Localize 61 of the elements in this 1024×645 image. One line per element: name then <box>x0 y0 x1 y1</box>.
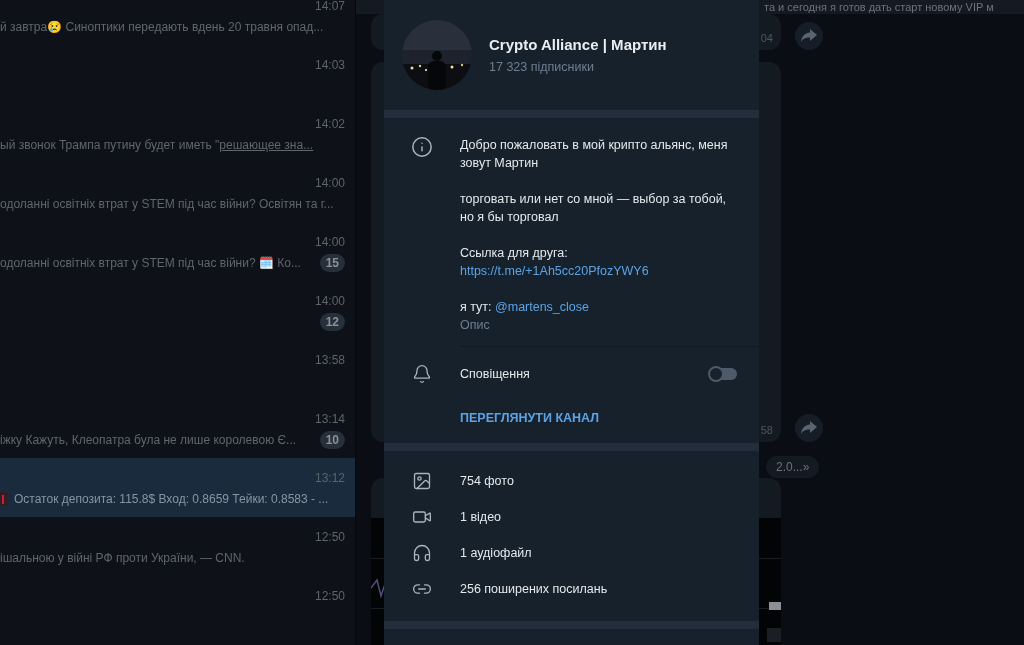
chat-list-item[interactable]: 12:50 ішальною у війні РФ проти України, — CNN. <box>0 517 355 576</box>
unread-count: 10 <box>319 431 345 449</box>
message-preview: іжку Кажуть, Клеопатра була не лише королевою Є... <box>0 433 298 447</box>
chat-list-item[interactable]: 13:14 іжку Кажуть, Клеопатра була не лише королевою Є... 10 <box>0 399 355 458</box>
share-icon <box>801 421 817 435</box>
description-link[interactable]: @martens_close <box>495 300 589 314</box>
media-count[interactable]: 256 поширених посилань <box>460 582 759 596</box>
service-message: 2.0...» <box>766 456 820 478</box>
forward-button[interactable] <box>795 414 823 442</box>
share-icon <box>801 29 817 43</box>
description-text: торговать или нет со мной — выбор за тобой, но я бы торговал <box>460 191 728 226</box>
message-preview: одоланні освітніх втрат у STEM під час війни? Освітян та г... <box>0 197 335 211</box>
message-time: 13:14 <box>314 411 345 428</box>
chat-list-item[interactable]: 13:58 <box>0 340 355 399</box>
message-time: 14:02 <box>314 116 345 133</box>
message-time: 04 <box>760 32 773 44</box>
view-channel-button[interactable]: ПЕРЕГЛЯНУТИ КАНАЛ <box>460 407 600 429</box>
chat-list-item[interactable]: 14:00 одоланні освітніх втрат у STEM під час війни? Освітян та г... <box>0 163 355 222</box>
message-time: 14:00 <box>314 175 345 192</box>
chat-list-item[interactable]: 14:00 12 <box>0 281 355 340</box>
notifications-label: Сповіщення <box>460 367 531 381</box>
message-time: 12:50 <box>314 529 345 546</box>
pinned-message-text: та и сегодня я готов дать старт новому VIP м <box>764 1 994 14</box>
message-time: 12:50 <box>314 588 345 605</box>
description-text: Ссылка для друга: https://t.me/+1Ah5cc20PfozYWY6 <box>460 245 650 280</box>
message-time: 58 <box>760 424 773 436</box>
chat-list-item[interactable]: 12:50 <box>0 576 355 635</box>
chat-list-item[interactable]: 14:00 одоланні освітніх втрат у STEM під час війни? 🗓 Ко... 15 <box>0 222 355 281</box>
message-time: 13:12 <box>314 470 345 487</box>
description-text: Добро пожаловать в мой крипто альянс, меня зовут Мартин <box>460 137 729 172</box>
subscriber-count: 17 323 підписники <box>489 60 595 74</box>
message-preview: ый звонок Трампа путину будет иметь "решающее зна... <box>0 138 315 152</box>
chat-list-item[interactable]: 13:12 Остаток депозита: 115.8$ Вход: 0.8659 Тейки: 0.8583 - ... <box>0 458 355 517</box>
message-preview: ішальною у війні РФ проти України, — CNN. <box>0 551 246 565</box>
image-icon <box>412 471 432 491</box>
message-preview: одоланні освітніх втрат у STEM під час війни? 🗓 Ко... <box>0 256 302 270</box>
chat-list-item[interactable]: 14:03 <box>0 45 355 104</box>
media-count[interactable]: 1 аудіофайл <box>460 546 759 560</box>
message-preview: Остаток депозита: 115.8$ Вход: 0.8659 Тейки: 0.8583 - ... <box>14 492 330 506</box>
notifications-toggle[interactable] <box>709 368 737 380</box>
media-count[interactable]: 1 відео <box>460 510 759 524</box>
description-label: Опис <box>460 318 491 332</box>
message-time: 14:03 <box>314 57 345 74</box>
media-count[interactable]: 754 фото <box>460 474 759 488</box>
headphones-icon <box>412 543 432 563</box>
unread-count: 15 <box>319 254 345 272</box>
chat-list-item[interactable]: 14:07 й завтра😢 Синоптики передають вдень 20 травня опад... <box>0 0 355 45</box>
message-time: 13:58 <box>314 352 345 369</box>
message-time: 14:00 <box>314 234 345 251</box>
message-preview: й завтра😢 Синоптики передають вдень 20 травня опад... <box>0 20 325 34</box>
message-time: 14:00 <box>314 293 345 310</box>
message-time: 14:07 <box>314 0 345 15</box>
info-icon <box>411 136 433 158</box>
description-link[interactable]: https://t.me/+1Ah5cc20PfozYWY6 <box>460 264 649 278</box>
unread-count: 12 <box>319 313 345 331</box>
description-text: я тут: @martens_close <box>460 299 590 316</box>
channel-title: Crypto Alliance | Мартин <box>489 36 667 53</box>
forward-button[interactable] <box>795 22 823 50</box>
bell-icon <box>412 364 432 384</box>
preview-link[interactable]: решающее зна... <box>219 138 314 152</box>
chat-list-item[interactable]: 14:02 ый звонок Трампа путину будет иметь "решающее зна... <box>0 104 355 163</box>
